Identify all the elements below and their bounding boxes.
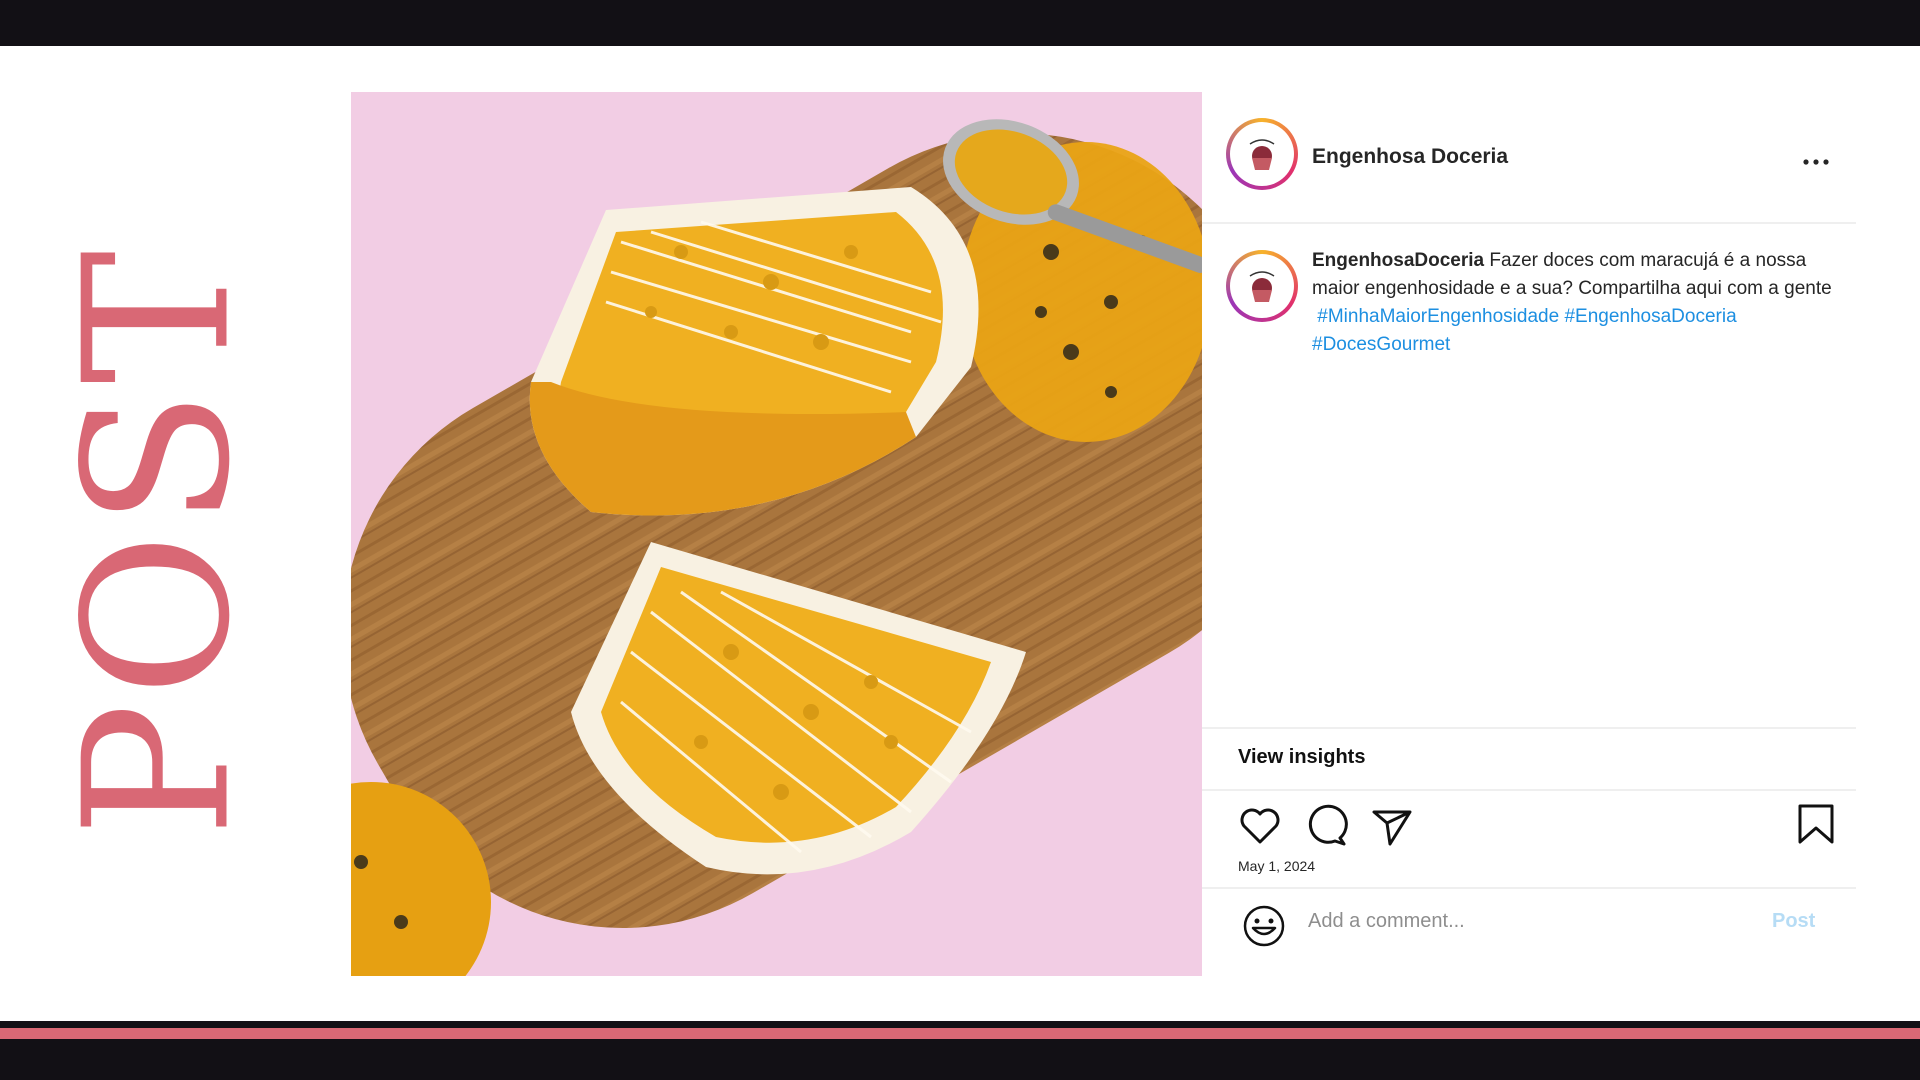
caption-username[interactable]: EngenhosaDoceria [1312,250,1484,271]
side-title-text: POST [41,244,275,838]
caption-hashtags: #MinhaMaiorEngenhosidade #EngenhosaDocer… [1312,303,1832,359]
hashtag-link[interactable]: #EngenhosaDoceria [1564,306,1736,327]
actions-top-divider [1202,789,1856,791]
heart-icon[interactable] [1238,804,1282,848]
side-title: POST [41,245,274,838]
smiley-icon[interactable] [1242,904,1286,948]
bookmark-icon[interactable] [1794,802,1838,846]
post-date: May 1, 2024 [1238,858,1316,874]
author-avatar[interactable] [1226,118,1298,190]
top-dark-bar [0,0,1920,46]
post-details-panel: Engenhosa Doceria EngenhosaDoceria Fazer… [1202,92,1856,976]
post-comment-button[interactable]: Post [1772,910,1815,933]
comment-input[interactable] [1308,902,1728,940]
send-icon[interactable] [1370,804,1414,848]
caption-avatar[interactable] [1226,250,1298,322]
comment-divider [1202,887,1856,889]
hashtag-link[interactable]: #MinhaMaiorEngenhosidade [1317,306,1559,327]
post-caption: EngenhosaDoceria Fazer doces com maracuj… [1312,247,1832,359]
cupcake-logo-icon [1230,122,1294,186]
post-photo[interactable] [351,92,1202,976]
author-name[interactable]: Engenhosa Doceria [1312,145,1508,169]
header-divider [1202,222,1856,224]
comment-icon[interactable] [1304,804,1348,848]
hashtag-link[interactable]: #DocesGourmet [1312,334,1450,355]
tart-illustration [351,92,1202,976]
bottom-accent-stripe [0,1028,1920,1039]
more-options-icon[interactable] [1798,154,1834,170]
cupcake-logo-icon [1230,254,1294,318]
view-insights-link[interactable]: View insights [1238,746,1365,769]
insights-top-divider [1202,727,1856,729]
